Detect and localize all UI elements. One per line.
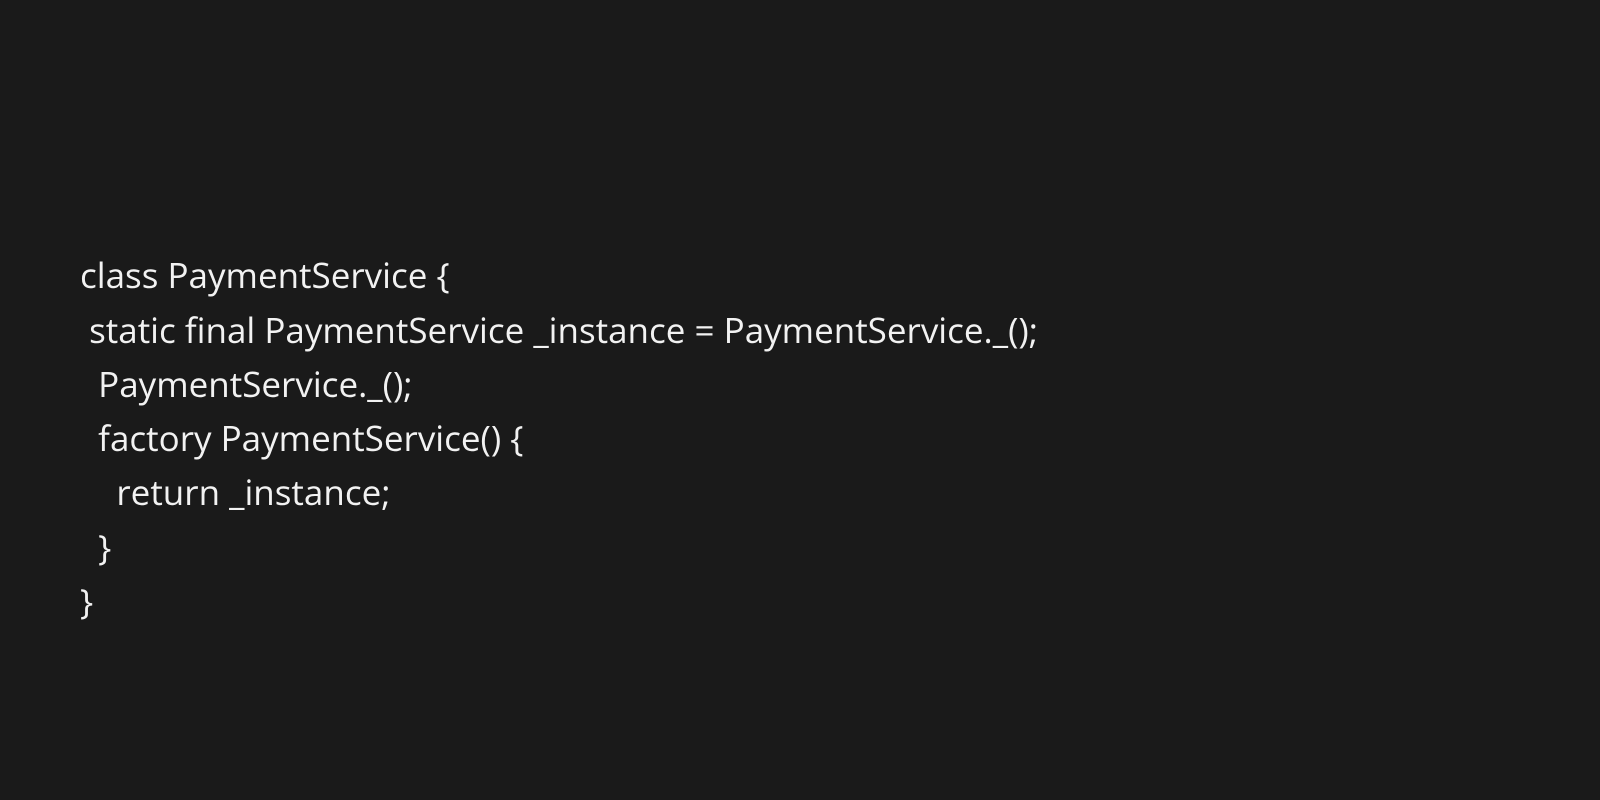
code-block: class PaymentService { static final Paym… [0, 0, 1600, 629]
code-line: return _instance; [80, 469, 390, 516]
code-line: class PaymentService { [80, 252, 450, 299]
code-line: } [80, 578, 93, 625]
code-line: factory PaymentService() { [80, 415, 523, 462]
code-line: static final PaymentService _instance = … [80, 307, 1038, 354]
code-line: } [80, 524, 111, 571]
code-line: PaymentService._(); [80, 361, 412, 408]
